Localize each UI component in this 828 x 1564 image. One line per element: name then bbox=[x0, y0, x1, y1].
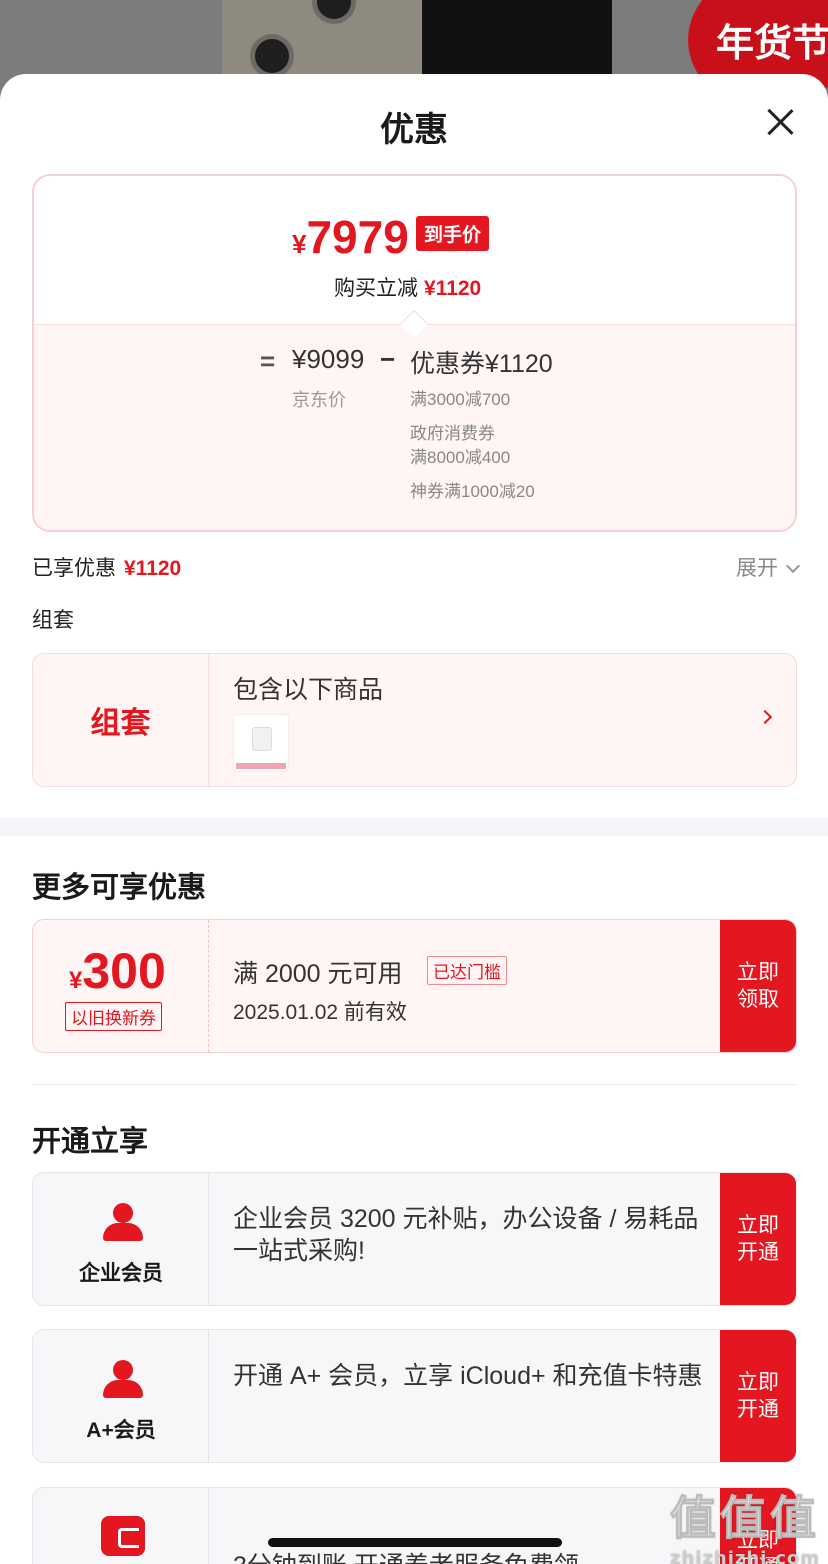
sheet-title: 优惠 bbox=[380, 111, 448, 149]
currency-symbol: ¥ bbox=[69, 967, 83, 994]
coupon-value-panel: ¥300 以旧换新券 bbox=[33, 920, 209, 1052]
camera-lens bbox=[312, 0, 356, 24]
equals-sign: = bbox=[260, 346, 276, 376]
reduce-label: 购买立减 bbox=[334, 277, 418, 300]
member-description: 开通 A+ 会员，立享 iCloud+ 和充值卡特惠 bbox=[233, 1362, 703, 1390]
claim-coupon-button[interactable]: 立即领取 bbox=[720, 920, 796, 1052]
coupon-line: 神券满1000减20 bbox=[410, 482, 535, 501]
coupon-line: 满8000减400 bbox=[410, 448, 511, 467]
enjoyed-amount: ¥1120 bbox=[124, 557, 182, 580]
threshold-reached-badge: 已达门槛 bbox=[427, 956, 507, 985]
buy-reduce: 购买立减 ¥1120 bbox=[334, 272, 481, 302]
final-price-value: 7979 bbox=[306, 211, 409, 263]
trade-in-coupon-card: ¥300 以旧换新券 满 2000 元可用 已达门槛 2025.01.02 前有… bbox=[32, 919, 797, 1053]
jd-price: ¥9099 bbox=[292, 344, 365, 374]
price-breakdown-card: ¥7979 到手价 购买立减 ¥1120 = ¥9099 京东价 − 优惠券¥11… bbox=[32, 174, 797, 532]
jd-price-label: 京东价 bbox=[292, 390, 346, 410]
coupon-line: 政府消费券 bbox=[410, 424, 495, 443]
enjoyed-label: 已享优惠 bbox=[32, 557, 116, 580]
open-membership-label: 立即开通 bbox=[737, 1371, 779, 1421]
close-icon[interactable] bbox=[766, 108, 794, 136]
person-icon bbox=[103, 1360, 143, 1400]
reduce-amount: ¥1120 bbox=[424, 277, 482, 300]
watermark: 值值值 zhizhizhi.com bbox=[669, 1482, 820, 1564]
member-left-panel bbox=[33, 1488, 209, 1564]
coupon-amount-value: 300 bbox=[82, 943, 166, 999]
minus-sign: − bbox=[380, 344, 396, 374]
coupon-line: 满3000减700 bbox=[410, 390, 511, 409]
chevron-down-icon bbox=[785, 558, 801, 574]
bundle-card[interactable]: 组套 包含以下商品 bbox=[32, 653, 797, 787]
coupon-condition: 满 2000 元可用 bbox=[233, 960, 403, 988]
coupon-total: 优惠券¥1120 bbox=[410, 350, 553, 378]
final-price-tag: 到手价 bbox=[416, 216, 490, 251]
expand-label: 展开 bbox=[736, 557, 778, 580]
bundle-left-label: 组套 bbox=[33, 654, 209, 786]
member-description: 3分钟到账 开通养老服务免费领 bbox=[233, 1550, 703, 1564]
watermark-logo: 值值值 bbox=[669, 1491, 820, 1546]
claim-coupon-label: 立即领取 bbox=[737, 961, 779, 1011]
bundle-item-thumbnail[interactable] bbox=[233, 714, 289, 772]
chevron-right-icon bbox=[757, 709, 773, 725]
member-name: A+会员 bbox=[86, 1419, 156, 1442]
open-enjoy-title: 开通立享 bbox=[32, 1126, 149, 1158]
currency-symbol: ¥ bbox=[292, 229, 307, 259]
open-membership-button[interactable]: 立即开通 bbox=[720, 1330, 796, 1462]
divider bbox=[32, 1084, 797, 1085]
charger-image bbox=[252, 727, 272, 751]
enjoyed-discount: 已享优惠 ¥1120 bbox=[32, 552, 181, 582]
coupon-validity: 2025.01.02 前有效 bbox=[233, 1001, 407, 1024]
member-card-aplus: A+会员 开通 A+ 会员，立享 iCloud+ 和充值卡特惠 立即开通 bbox=[32, 1329, 797, 1463]
final-price: ¥7979 bbox=[292, 210, 409, 264]
watermark-url: zhizhizhi.com bbox=[669, 1548, 820, 1564]
wallet-icon bbox=[101, 1516, 145, 1556]
home-indicator[interactable] bbox=[268, 1538, 562, 1547]
member-description: 企业会员 3200 元补贴，办公设备 / 易耗品一站式采购! bbox=[233, 1205, 699, 1265]
thumbnail-strip bbox=[236, 763, 286, 769]
camera-lens bbox=[250, 34, 294, 78]
member-card-enterprise: 企业会员 企业会员 3200 元补贴，办公设备 / 易耗品一站式采购! 立即开通 bbox=[32, 1172, 797, 1306]
discount-sheet: 优惠 ¥7979 到手价 购买立减 ¥1120 = ¥9099 京东价 − 优惠券… bbox=[0, 74, 828, 1564]
member-left-panel: 企业会员 bbox=[33, 1173, 209, 1305]
section-divider bbox=[0, 818, 828, 836]
open-membership-label: 立即开通 bbox=[737, 1214, 779, 1264]
person-icon bbox=[103, 1203, 143, 1243]
coupon-amount: ¥300 bbox=[69, 942, 166, 1000]
more-deals-title: 更多可享优惠 bbox=[32, 872, 207, 904]
expand-button[interactable]: 展开 bbox=[736, 552, 801, 582]
open-membership-button[interactable]: 立即开通 bbox=[720, 1173, 796, 1305]
member-name: 企业会员 bbox=[79, 1262, 163, 1285]
bundle-text: 包含以下商品 bbox=[233, 676, 384, 704]
coupon-type-tag: 以旧换新券 bbox=[65, 1002, 162, 1031]
member-left-panel: A+会员 bbox=[33, 1330, 209, 1462]
bundle-section-label: 组套 bbox=[32, 609, 74, 632]
